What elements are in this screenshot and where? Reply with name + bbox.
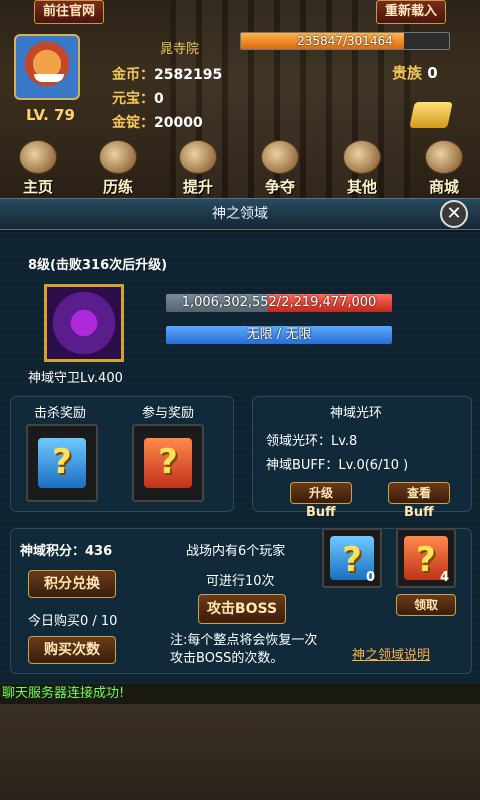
warrior-icon bbox=[261, 140, 299, 174]
mask-icon bbox=[179, 140, 217, 174]
player-hp-text: 235847/301464 bbox=[297, 34, 393, 48]
stat-key: 金币： bbox=[112, 67, 154, 83]
buff-level: 神域BUFF：Lv.0(6/10 ) bbox=[266, 458, 409, 473]
stat-key: 元宝： bbox=[112, 91, 154, 107]
nav-other[interactable]: 其他 bbox=[334, 140, 390, 196]
scroll-icon bbox=[99, 140, 137, 174]
stat-yuanbao: 元宝：0 bbox=[112, 88, 164, 108]
buy-times-button[interactable]: 购买次数 bbox=[28, 636, 116, 664]
stat-value: 2582195 bbox=[154, 67, 223, 83]
stat-value: 20000 bbox=[154, 115, 203, 131]
upgrade-buff-button[interactable]: 升级 bbox=[290, 482, 352, 504]
vip-level: 0 bbox=[427, 64, 438, 82]
nav-label: 争夺 bbox=[264, 178, 295, 196]
join-reward-gift[interactable] bbox=[132, 424, 204, 502]
red-gift-count: 4 bbox=[440, 570, 450, 585]
nav-label: 历练 bbox=[102, 178, 133, 196]
join-reward-label: 参与奖励 bbox=[142, 406, 195, 421]
limit-text: 无限 / 无限 bbox=[246, 327, 312, 342]
blue-gift-count: 0 bbox=[366, 570, 376, 585]
nav-label: 其他 bbox=[346, 178, 377, 196]
location-label: 晁寺院 bbox=[160, 42, 200, 57]
bottom-area bbox=[0, 704, 480, 800]
nav-label: 提升 bbox=[182, 178, 213, 196]
nav-home[interactable]: 主页 bbox=[10, 140, 66, 196]
gift-box-icon bbox=[144, 438, 192, 488]
nav-label: 主页 bbox=[22, 178, 53, 196]
today-buy-text: 今日购买0 / 10 bbox=[28, 614, 118, 629]
boss-level-text: 8级(击败316次后升级) bbox=[28, 258, 168, 273]
kill-reward-gift[interactable] bbox=[26, 424, 98, 502]
vip-label: 贵族 bbox=[392, 64, 423, 82]
reload-button[interactable]: 重新载入 bbox=[376, 0, 447, 24]
letter-icon bbox=[343, 140, 381, 174]
stat-key: 金锭： bbox=[112, 115, 154, 131]
claim-button[interactable]: 领取 bbox=[396, 594, 456, 616]
vip-badge[interactable]: 贵族 0 bbox=[392, 62, 462, 82]
view-buff-sub: Buff bbox=[404, 505, 434, 520]
stat-gold: 金币：2582195 bbox=[112, 64, 222, 84]
avatar[interactable] bbox=[14, 34, 80, 100]
player-level: LV. 79 bbox=[26, 106, 75, 124]
nav-training[interactable]: 历练 bbox=[90, 140, 146, 196]
upgrade-buff-sub: Buff bbox=[306, 505, 336, 520]
website-button[interactable]: 前往官网 bbox=[34, 0, 105, 24]
shop-icon bbox=[425, 140, 463, 174]
guard-portrait[interactable] bbox=[44, 284, 124, 362]
stat-value: 0 bbox=[154, 91, 164, 107]
boss-hp-text: 1,006,302,552/2,219,477,000 bbox=[181, 295, 377, 310]
gift-box-icon bbox=[38, 438, 86, 488]
nav-contest[interactable]: 争夺 bbox=[252, 140, 308, 196]
help-link[interactable]: 神之领域说明 bbox=[352, 644, 430, 663]
note-text: 注:每个整点将会恢复一次攻击BOSS的次数。 bbox=[170, 633, 318, 666]
main-nav: 主页 历练 提升 争夺 其他 商城 bbox=[0, 140, 480, 196]
score-text: 神域积分：436 bbox=[20, 544, 113, 559]
guard-name: 神域守卫Lv.400 bbox=[28, 371, 123, 386]
players-text: 战场内有6个玩家 bbox=[186, 544, 286, 559]
attack-boss-button[interactable]: 攻击BOSS bbox=[198, 594, 286, 624]
nav-label: 商城 bbox=[428, 178, 459, 196]
boss-hp-bar: 1,006,302,552/2,219,477,000 bbox=[166, 294, 392, 312]
nav-upgrade[interactable]: 提升 bbox=[170, 140, 226, 196]
stat-ingot: 金锭：20000 bbox=[112, 112, 203, 132]
player-hp-bar: 235847/301464 bbox=[240, 32, 450, 50]
chat-status: 聊天服务器连接成功! bbox=[0, 684, 480, 704]
kill-reward-label: 击杀奖励 bbox=[34, 406, 87, 421]
nav-shop[interactable]: 商城 bbox=[416, 140, 472, 196]
view-buff-button[interactable]: 查看 bbox=[388, 482, 450, 504]
dialog-title: 神之领域 bbox=[0, 198, 480, 230]
aura-level: 领域光环：Lv.8 bbox=[266, 434, 358, 449]
temple-icon bbox=[19, 140, 57, 174]
limit-bar: 无限 / 无限 bbox=[166, 326, 392, 344]
aura-title: 神域光环 bbox=[330, 406, 383, 421]
close-button[interactable]: ✕ bbox=[440, 200, 468, 228]
ingot-icon[interactable] bbox=[409, 102, 453, 128]
exchange-button[interactable]: 积分兑换 bbox=[28, 570, 116, 598]
attempts-text: 可进行10次 bbox=[206, 574, 275, 589]
